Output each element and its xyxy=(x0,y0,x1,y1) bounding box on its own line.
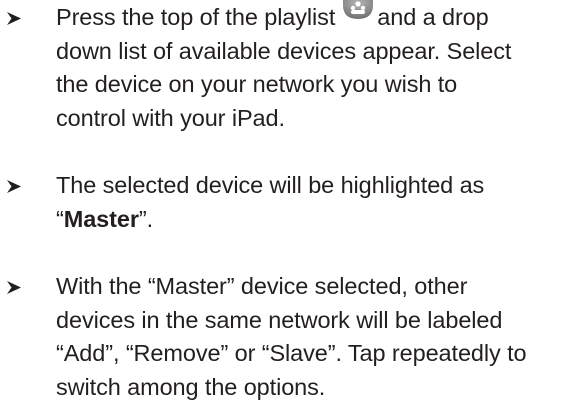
step-1-line-1: Press the top of the playlist and a xyxy=(56,1,578,35)
arrowhead-bullet-icon xyxy=(7,281,21,294)
step-1-text: Press the top of the playlist and a xyxy=(56,1,578,135)
step-3-text: With the “Master” device selected, other… xyxy=(56,270,578,404)
step-3-line-3: “Add”, “Remove” or “Slave”. Tap repeated… xyxy=(56,337,578,371)
step-3-line-2: devices in the same network will be labe… xyxy=(56,304,578,338)
arrowhead-bullet-icon xyxy=(7,12,21,25)
step-2-line-2: “Master”. xyxy=(56,203,578,237)
arrowhead-bullet-icon xyxy=(7,180,21,193)
step-1-line-3: the device on your network you wish to xyxy=(56,68,578,102)
step-2-text: The selected device will be highlighted … xyxy=(56,169,578,236)
step-1-line-2: down list of available devices appear. S… xyxy=(56,35,578,69)
step-1-line-4: control with your iPad. xyxy=(56,102,578,136)
group-speakers-icon xyxy=(341,0,375,19)
step-2-line-1: The selected device will be highlighted … xyxy=(56,169,578,203)
step-3-line-4: switch among the options. xyxy=(56,371,578,404)
step-3-line-1: With the “Master” device selected, other xyxy=(56,270,578,304)
master-label: Master xyxy=(64,206,139,232)
